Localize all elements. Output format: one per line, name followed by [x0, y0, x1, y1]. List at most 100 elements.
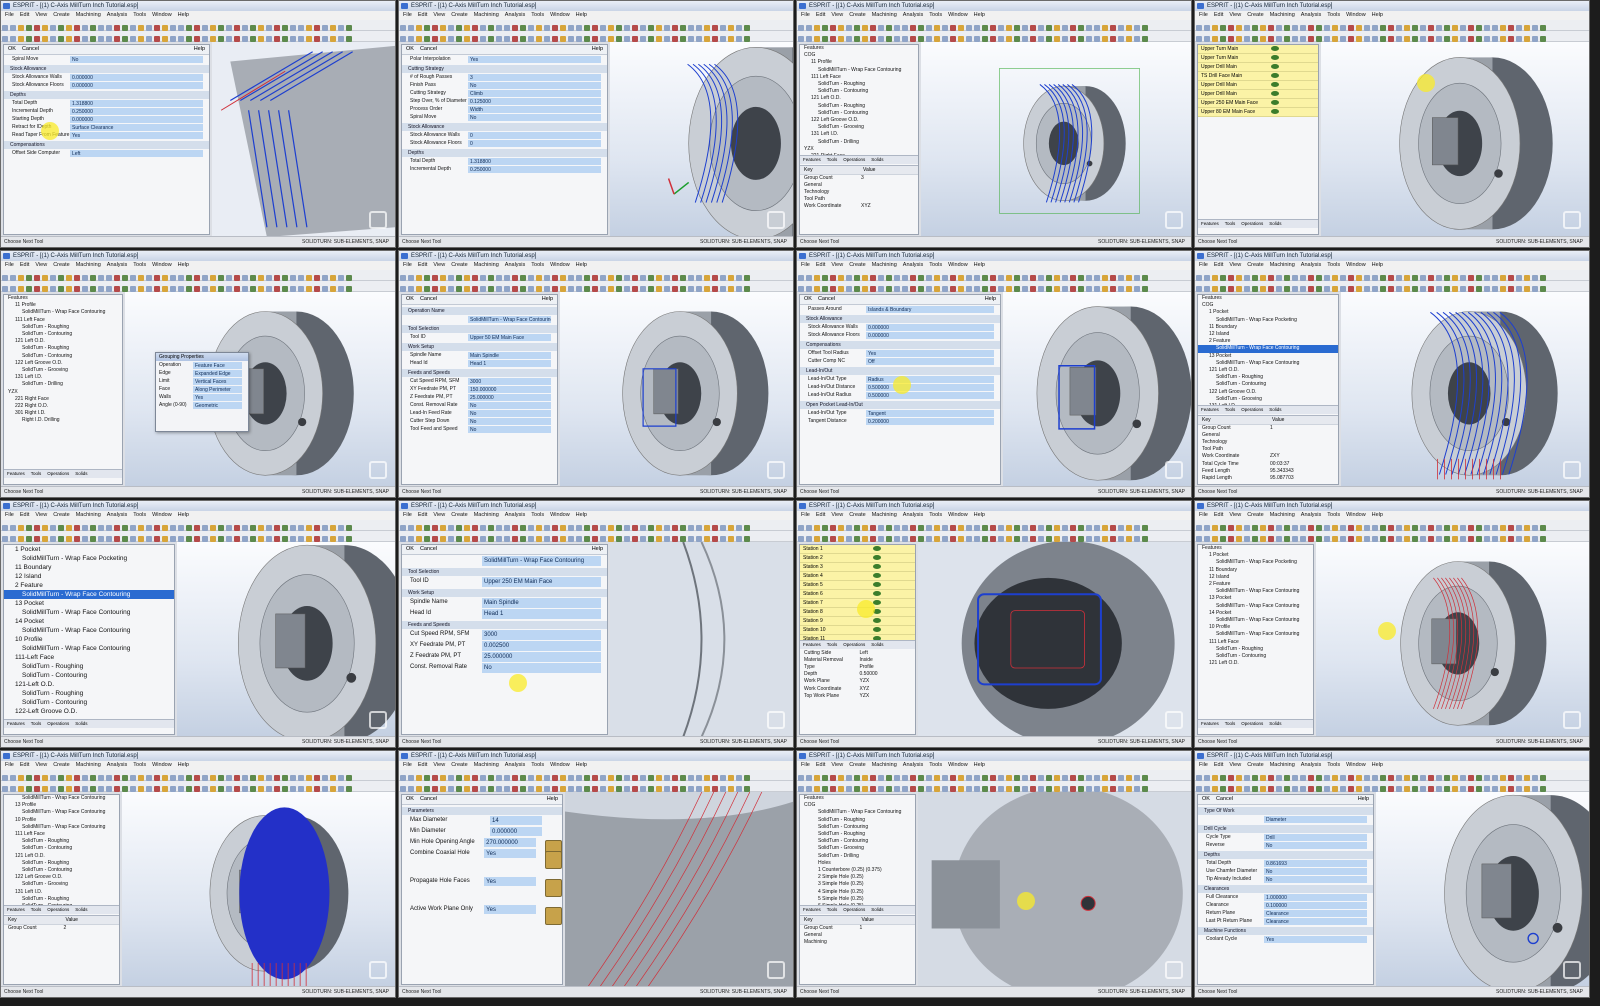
- tree-item[interactable]: SolidMillTurn - Wrap Face Contouring: [4, 795, 119, 802]
- ok-button[interactable]: OK: [406, 46, 414, 52]
- tool-table-row[interactable]: Station 2: [800, 554, 915, 563]
- tab-solids[interactable]: Solids: [1269, 721, 1281, 726]
- tree-item[interactable]: 14 Pocket: [4, 617, 174, 626]
- menu-tools[interactable]: Tools: [1327, 512, 1340, 518]
- ok-button[interactable]: OK: [406, 546, 414, 552]
- menu-view[interactable]: View: [433, 762, 445, 768]
- tab-tools[interactable]: Tools: [827, 907, 838, 912]
- menu-window[interactable]: Window: [550, 762, 570, 768]
- cancel-button[interactable]: Cancel: [1216, 796, 1233, 802]
- property-value-field[interactable]: Clearance: [1264, 910, 1367, 917]
- parameter-value-field[interactable]: Yes: [484, 877, 537, 886]
- property-grid-row[interactable]: Feed Length 95.343343: [1198, 468, 1338, 475]
- tree-item[interactable]: SolidTurn - Contouring: [4, 698, 174, 707]
- graphics-viewport[interactable]: [1321, 42, 1589, 237]
- menu-view[interactable]: View: [35, 12, 47, 18]
- tree-item[interactable]: SolidMillTurn - Wrap Face Contouring: [1198, 588, 1313, 595]
- parameter-value-field[interactable]: 270.000000: [484, 838, 537, 847]
- menu-machining[interactable]: Machining: [76, 512, 101, 518]
- graphics-viewport[interactable]: [918, 542, 1191, 737]
- menu-edit[interactable]: Edit: [20, 512, 29, 518]
- menu-create[interactable]: Create: [849, 512, 866, 518]
- menu-view[interactable]: View: [433, 12, 445, 18]
- menu-analysis[interactable]: Analysis: [505, 12, 525, 18]
- tool-table-row[interactable]: Station 5: [800, 581, 915, 590]
- menu-file[interactable]: File: [801, 762, 810, 768]
- tree-item[interactable]: Features: [1198, 545, 1313, 552]
- tree-item[interactable]: SolidMillTurn - Wrap Face Contouring: [4, 608, 174, 617]
- property-grid-row[interactable]: Work Coordinate XYZ: [800, 686, 915, 693]
- tab-solids[interactable]: Solids: [1269, 221, 1281, 226]
- tree-item[interactable]: 111 Left Face: [4, 831, 119, 838]
- property-section-header[interactable]: Operation Name: [402, 307, 557, 315]
- tree-item[interactable]: SolidTurn - Drilling: [800, 139, 918, 146]
- menu-machining[interactable]: Machining: [76, 262, 101, 268]
- tree-item[interactable]: 111-Left Face: [4, 653, 174, 662]
- property-grid-row[interactable]: General: [800, 182, 918, 189]
- menu-file[interactable]: File: [5, 512, 14, 518]
- cancel-button[interactable]: Cancel: [420, 296, 437, 302]
- menu-analysis[interactable]: Analysis: [903, 762, 923, 768]
- menu-analysis[interactable]: Analysis: [505, 762, 525, 768]
- tab-tools[interactable]: Tools: [827, 642, 838, 647]
- menu-help[interactable]: Help: [576, 512, 587, 518]
- menu-create[interactable]: Create: [451, 512, 468, 518]
- tree-item[interactable]: Right I.D. Drilling: [4, 417, 122, 424]
- tab-tools[interactable]: Tools: [827, 157, 838, 162]
- property-grid-row[interactable]: Top Work Plane YZX: [800, 693, 915, 700]
- property-value-field[interactable]: 1.318800: [70, 100, 203, 107]
- menu-edit[interactable]: Edit: [1214, 12, 1223, 18]
- tool-table-row[interactable]: Upper Drill Main: [1198, 63, 1318, 72]
- property-section-header[interactable]: Cutting Strategy: [402, 65, 607, 73]
- menu-view[interactable]: View: [831, 512, 843, 518]
- dialog-value-field[interactable]: Feature Face: [193, 362, 242, 369]
- menu-create[interactable]: Create: [53, 762, 70, 768]
- cancel-button[interactable]: Cancel: [22, 46, 39, 52]
- tree-item[interactable]: Features: [800, 45, 918, 52]
- menu-create[interactable]: Create: [53, 262, 70, 268]
- tool-table-row[interactable]: Station 3: [800, 563, 915, 572]
- property-value-field[interactable]: 0.125000: [468, 98, 601, 105]
- property-value-field[interactable]: 25.000000: [468, 394, 551, 401]
- tree-item[interactable]: SolidMillTurn - Wrap Face Pocketing: [1198, 559, 1313, 566]
- tree-item[interactable]: Features: [800, 795, 915, 802]
- menu-edit[interactable]: Edit: [418, 262, 427, 268]
- tree-item[interactable]: 122 Left Groove O.D.: [4, 874, 119, 881]
- property-value-field[interactable]: Drill: [1264, 834, 1367, 841]
- property-value-field[interactable]: No: [70, 56, 203, 63]
- property-value-field[interactable]: 0: [468, 132, 601, 139]
- help-button[interactable]: Help: [194, 45, 205, 54]
- tab-features[interactable]: Features: [803, 157, 821, 162]
- menu-edit[interactable]: Edit: [20, 762, 29, 768]
- property-grid-row[interactable]: Tool Path: [800, 196, 918, 203]
- property-value-field[interactable]: 0.000000: [70, 82, 203, 89]
- property-section-header[interactable]: Machine Functions: [1198, 927, 1373, 935]
- tab-tools[interactable]: Tools: [1225, 721, 1236, 726]
- menu-edit[interactable]: Edit: [1214, 262, 1223, 268]
- ok-button[interactable]: OK: [804, 296, 812, 302]
- tree-item[interactable]: 2 Feature: [4, 581, 174, 590]
- tree-item[interactable]: SolidMillTurn - Wrap Face Contouring: [4, 309, 122, 316]
- tree-item[interactable]: SolidTurn - Roughing: [800, 81, 918, 88]
- menu-help[interactable]: Help: [974, 512, 985, 518]
- tree-item[interactable]: 301 Right I.D.: [4, 410, 122, 417]
- tree-item[interactable]: 11 Boundary: [1198, 567, 1313, 574]
- menu-edit[interactable]: Edit: [20, 12, 29, 18]
- tree-item[interactable]: SolidTurn - Contouring: [800, 88, 918, 95]
- menu-window[interactable]: Window: [948, 762, 968, 768]
- menu-tools[interactable]: Tools: [133, 262, 146, 268]
- property-value-field[interactable]: Yes: [1264, 936, 1367, 943]
- property-value-field[interactable]: Islands & Boundary: [866, 306, 994, 313]
- property-section-header[interactable]: Feeds and Speeds: [402, 369, 557, 377]
- menu-file[interactable]: File: [5, 762, 14, 768]
- property-grid-row[interactable]: Total Cycle Time 00:03:37: [1198, 461, 1338, 468]
- property-value-field[interactable]: 0.002500: [482, 641, 601, 651]
- tree-item[interactable]: 222 Right O.D.: [4, 403, 122, 410]
- menu-help[interactable]: Help: [1372, 762, 1383, 768]
- tree-item[interactable]: SolidMillTurn - Wrap Face Contouring: [1198, 345, 1338, 353]
- menu-machining[interactable]: Machining: [474, 762, 499, 768]
- menu-tools[interactable]: Tools: [929, 262, 942, 268]
- graphics-viewport[interactable]: Grouping Properties Operation Feature Face…: [125, 292, 395, 487]
- menu-analysis[interactable]: Analysis: [505, 262, 525, 268]
- tab-features[interactable]: Features: [1201, 721, 1219, 726]
